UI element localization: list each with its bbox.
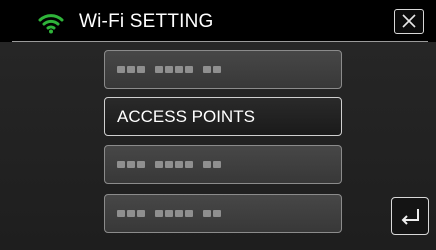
menu-item-obscured-1[interactable] [104, 50, 342, 89]
menu-item-access-points[interactable]: ACCESS POINTS [104, 97, 342, 136]
header-bar: Wi-Fi SETTING [0, 0, 436, 44]
close-button[interactable] [394, 9, 424, 34]
menu-item-obscured-3[interactable] [104, 194, 342, 233]
obscured-text [117, 66, 223, 74]
close-icon [402, 14, 416, 28]
obscured-text [117, 161, 223, 169]
return-icon [401, 209, 419, 225]
page-title: Wi-Fi SETTING [79, 11, 214, 32]
back-button[interactable] [391, 197, 429, 235]
menu-item-label: ACCESS POINTS [117, 107, 255, 126]
menu-item-obscured-2[interactable] [104, 145, 342, 184]
wifi-icon [38, 14, 64, 34]
obscured-text [117, 210, 223, 218]
